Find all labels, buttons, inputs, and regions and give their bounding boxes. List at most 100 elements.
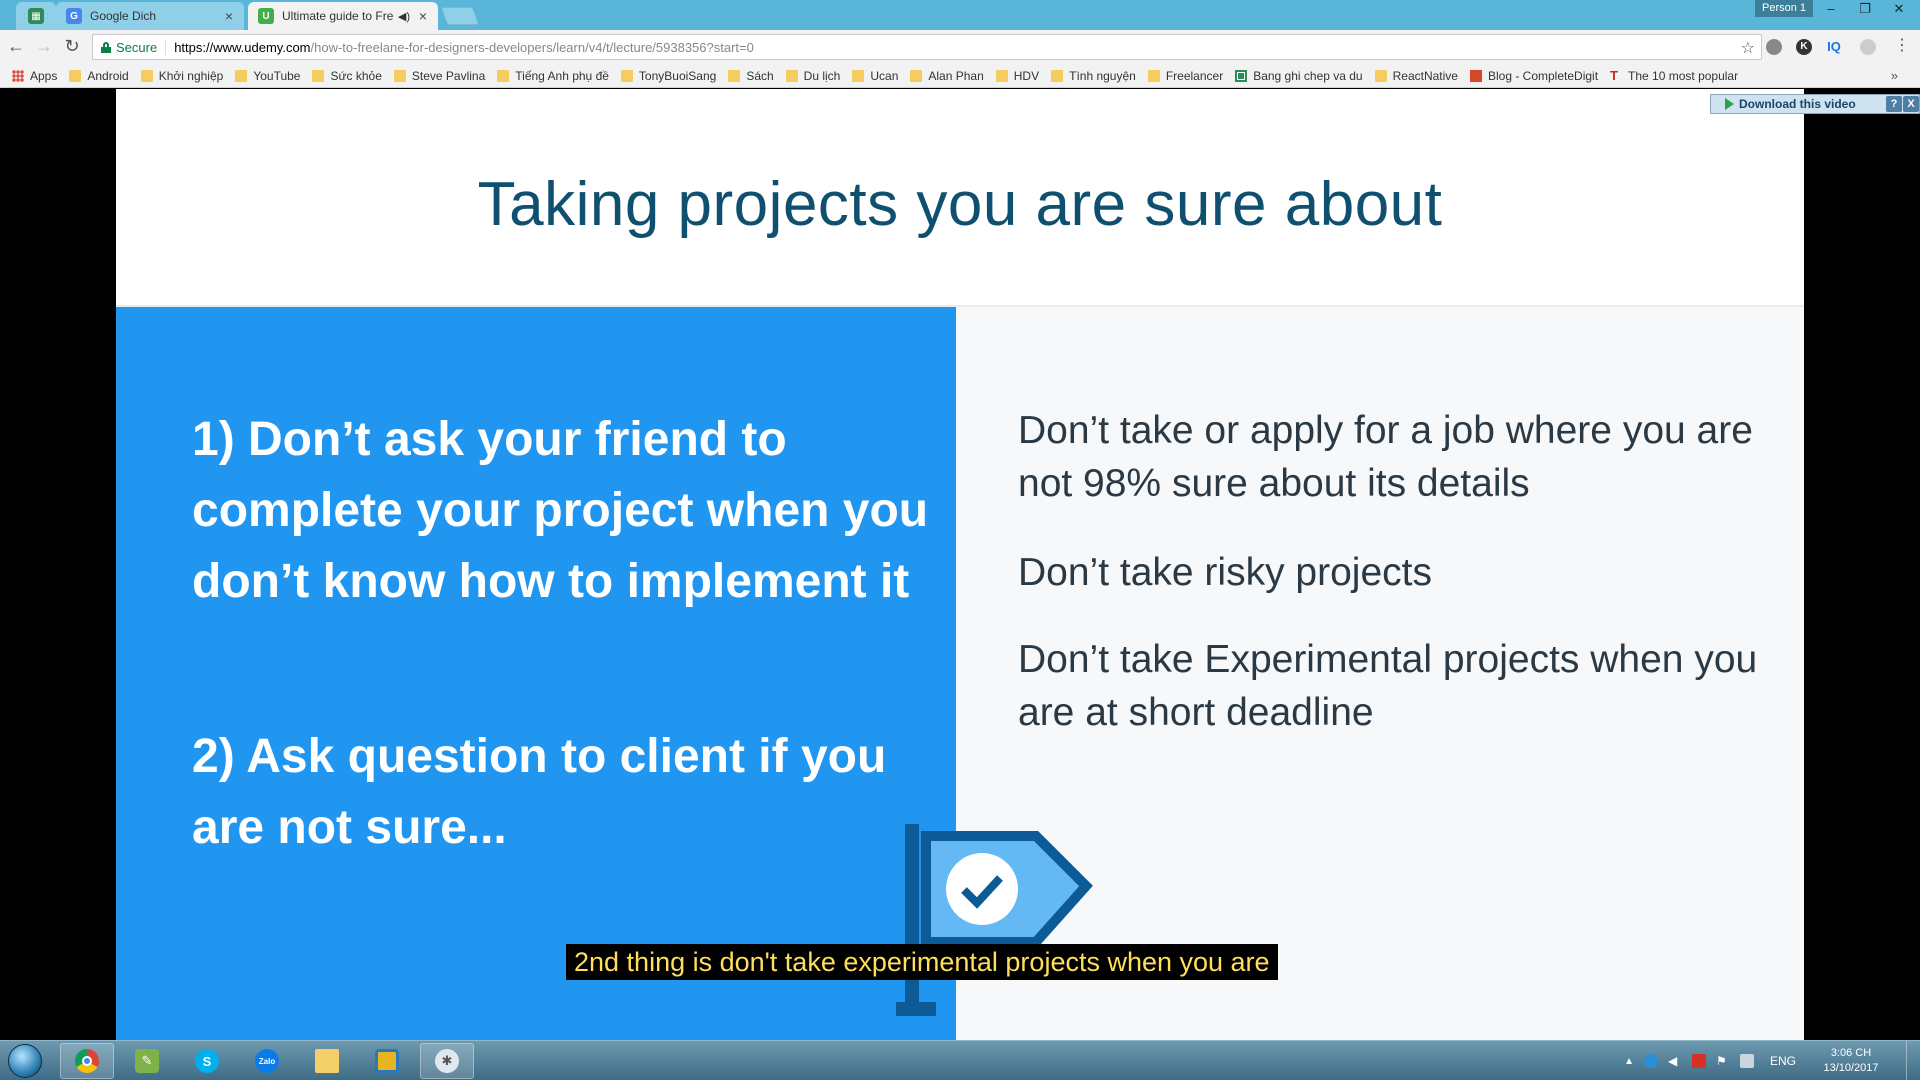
t-icon: T: [1610, 67, 1618, 83]
right-point: Don’t take risky projects: [1018, 551, 1432, 594]
close-icon[interactable]: ×: [416, 8, 430, 24]
show-desktop-button[interactable]: [1906, 1041, 1920, 1080]
browser-toolbar: ← → ↻ Secure https://www.udemy.com/how-t…: [0, 30, 1920, 64]
bookmark-label: ReactNative: [1392, 68, 1458, 83]
bookmark-item[interactable]: Android: [69, 69, 129, 83]
profile-button[interactable]: Person 1: [1755, 0, 1813, 17]
bookmark-item[interactable]: Du lịch: [785, 68, 841, 83]
left-panel: 1) Don’t ask your friend to complete you…: [116, 307, 956, 1040]
volume-icon[interactable]: ◀: [1668, 1054, 1682, 1068]
chrome-icon[interactable]: [60, 1043, 114, 1079]
zalo-icon[interactable]: Zalo: [240, 1043, 294, 1079]
bookmark-item[interactable]: Apps: [12, 69, 57, 83]
vivaldi-icon[interactable]: [1691, 1054, 1706, 1068]
bookmark-label: Bang ghi chep va du: [1253, 68, 1363, 83]
bookmark-item[interactable]: Tiếng Anh phụ đề: [497, 69, 609, 83]
bookmark-label: HDV: [1013, 68, 1040, 83]
flag-icon[interactable]: ⚑: [1716, 1054, 1730, 1068]
close-window-icon[interactable]: ✕: [1882, 0, 1916, 20]
help-icon[interactable]: ?: [1886, 96, 1902, 112]
bookmark-label: Alan Phan: [928, 68, 984, 83]
back-arrow-icon[interactable]: ←: [4, 35, 28, 59]
clock-date: 13/10/2017: [1823, 1062, 1879, 1074]
bookmark-label: Du lịch: [803, 68, 841, 83]
tray-expand-icon[interactable]: ▲: [1624, 1056, 1634, 1067]
skype-icon[interactable]: S: [180, 1043, 234, 1079]
right-point: Don’t take Experimental projects when yo…: [1018, 638, 1758, 734]
notepad-icon[interactable]: ✎: [120, 1043, 174, 1079]
udemy-icon: U: [258, 8, 274, 24]
bookmark-item[interactable]: ReactNative: [1374, 68, 1458, 83]
close-icon[interactable]: X: [1903, 96, 1919, 112]
url-path: /how-to-freelane-for-designers-developer…: [310, 39, 754, 55]
bookmark-item[interactable]: Sách: [728, 68, 774, 83]
secure-label: Secure: [116, 39, 167, 55]
play-icon: [1725, 98, 1734, 110]
bookmark-label: Tình nguyện: [1069, 68, 1136, 83]
lecture-slide: Taking projects you are sure about 1) Do…: [116, 89, 1804, 1040]
minimize-icon[interactable]: –: [1814, 0, 1848, 20]
bookmark-item[interactable]: Ucan: [852, 69, 898, 83]
tab-strip: ▦ G Google Dich × U Ultimate guide to Fr…: [0, 0, 1920, 30]
bookmark-item[interactable]: TonyBuoiSang: [620, 69, 716, 83]
extension-iq-icon[interactable]: IQ: [1826, 39, 1842, 55]
bookmarks-bar: Apps Android Khởi nghiệp YouTube Sức khỏe Ste…: [0, 64, 1920, 88]
kebab-menu-icon[interactable]: ⋮: [1894, 35, 1910, 55]
restore-icon[interactable]: ❐: [1848, 0, 1882, 20]
bookmark-label: Sức khỏe: [330, 68, 382, 83]
bookmark-item[interactable]: Sức khỏe: [312, 68, 382, 83]
star-icon[interactable]: ☆: [1741, 38, 1755, 58]
bookmark-item[interactable]: Steve Pavlina: [393, 69, 485, 83]
folder-icon: [852, 69, 865, 82]
reload-icon[interactable]: ↻: [60, 35, 84, 59]
tab-title: Google Dich: [90, 9, 157, 23]
forward-arrow-icon[interactable]: →: [32, 35, 56, 59]
bookmark-item[interactable]: Khởi nghiệp: [140, 69, 223, 83]
clock[interactable]: 3:06 CH 13/10/2017: [1810, 1046, 1892, 1076]
paint-icon[interactable]: ✱: [420, 1043, 474, 1079]
bookmark-label: Blog - CompleteDigit: [1487, 68, 1599, 83]
folder-icon: [393, 69, 406, 82]
folder-icon: [785, 69, 798, 82]
bookmark-label: Tiếng Anh phụ đề: [515, 68, 609, 83]
close-icon[interactable]: ×: [222, 8, 236, 24]
extension-icon[interactable]: [1766, 39, 1782, 55]
slide-title: Taking projects you are sure about: [477, 170, 1443, 239]
download-video-bar[interactable]: Download this video ? X: [1710, 94, 1920, 114]
language-indicator[interactable]: ENG: [1770, 1054, 1796, 1068]
folder-icon: [235, 69, 248, 82]
download-video-label[interactable]: Download this video: [1739, 97, 1856, 111]
extension-k-icon[interactable]: K: [1796, 39, 1812, 55]
folder-icon: [995, 69, 1008, 82]
tab-udemy[interactable]: U Ultimate guide to Fre ◀) ×: [248, 2, 438, 30]
tab-pinned-sheets[interactable]: ▦: [16, 2, 56, 30]
explorer-icon[interactable]: [300, 1043, 354, 1079]
speaker-icon[interactable]: ◀): [398, 10, 410, 23]
lock-icon: [101, 41, 111, 53]
new-tab-button[interactable]: [440, 7, 480, 25]
tab-google-dich[interactable]: G Google Dich ×: [56, 2, 244, 30]
bookmark-item[interactable]: Tình nguyện: [1051, 69, 1136, 83]
sync-icon[interactable]: [1643, 1054, 1658, 1068]
bookmarks-overflow-icon[interactable]: »: [1891, 68, 1898, 83]
address-bar[interactable]: Secure https://www.udemy.com/how-to-free…: [92, 34, 1762, 60]
bookmark-item[interactable]: Bang ghi chep va du: [1235, 68, 1363, 83]
window-app-icon[interactable]: [360, 1043, 414, 1079]
bookmark-label: Sách: [746, 68, 774, 83]
left-point: 1) Don’t ask your friend to complete you…: [192, 413, 929, 608]
network-icon[interactable]: [1739, 1054, 1754, 1068]
bookmark-item[interactable]: Freelancer: [1147, 69, 1223, 83]
video-player[interactable]: Taking projects you are sure about 1) Do…: [0, 89, 1920, 1040]
folder-icon: [140, 69, 153, 82]
bookmark-item[interactable]: Blog - CompleteDigit: [1469, 68, 1599, 83]
bookmark-item[interactable]: HDV: [995, 68, 1040, 83]
bookmark-label: The 10 most popular: [1628, 68, 1739, 83]
start-button[interactable]: [8, 1044, 42, 1078]
bookmark-item[interactable]: T The 10 most popular: [1610, 69, 1738, 83]
folder-icon: [728, 69, 741, 82]
bookmark-item[interactable]: YouTube: [235, 69, 300, 83]
bookmark-item[interactable]: Alan Phan: [910, 68, 984, 83]
folder-icon: [497, 69, 510, 82]
blog-icon: [1469, 69, 1482, 82]
extension-icon[interactable]: [1860, 39, 1876, 55]
